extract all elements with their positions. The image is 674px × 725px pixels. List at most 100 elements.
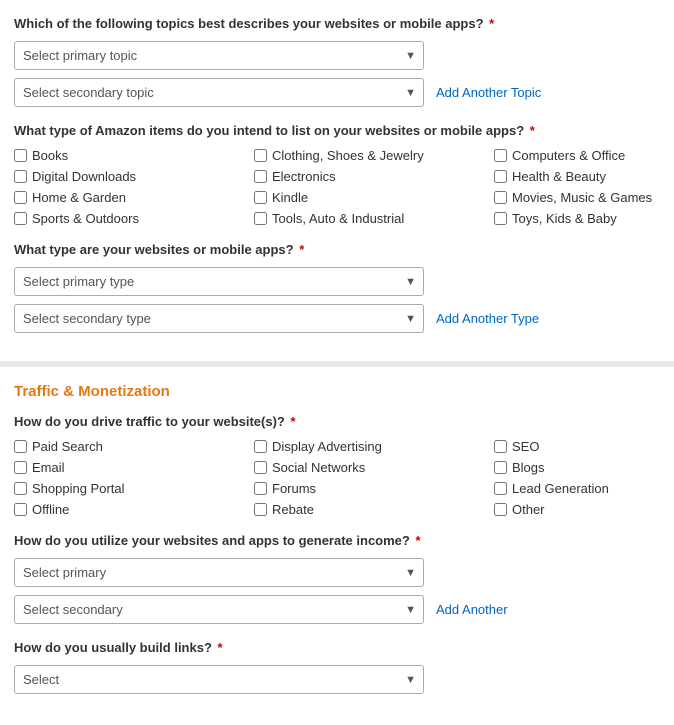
income-required-star: * — [412, 533, 421, 548]
list-item[interactable]: Display Advertising — [254, 439, 494, 454]
movies-label: Movies, Music & Games — [512, 190, 652, 205]
forums-checkbox[interactable] — [254, 482, 267, 495]
list-item[interactable]: Paid Search — [14, 439, 254, 454]
toys-label: Toys, Kids & Baby — [512, 211, 617, 226]
list-item[interactable]: Toys, Kids & Baby — [494, 211, 674, 226]
list-item[interactable]: Social Networks — [254, 460, 494, 475]
add-another-income-link[interactable]: Add Another — [436, 602, 508, 617]
traffic-section-header: Traffic & Monetization — [14, 383, 660, 400]
list-item[interactable]: Tools, Auto & Industrial — [254, 211, 494, 226]
other-checkbox[interactable] — [494, 503, 507, 516]
traffic-question-text: How do you drive traffic to your website… — [14, 414, 285, 429]
clothing-label: Clothing, Shoes & Jewelry — [272, 148, 424, 163]
links-question-label: How do you usually build links? * — [14, 640, 660, 655]
sports-label: Sports & Outdoors — [32, 211, 139, 226]
shopping-portal-checkbox[interactable] — [14, 482, 27, 495]
list-item[interactable]: Clothing, Shoes & Jewelry — [254, 148, 494, 163]
type-section: What type are your websites or mobile ap… — [14, 242, 660, 333]
offline-label: Offline — [32, 502, 69, 517]
list-item[interactable]: Books — [14, 148, 254, 163]
primary-type-row: Select primary type ▼ — [14, 267, 660, 296]
income-secondary-select[interactable]: Select secondary — [14, 595, 424, 624]
tools-checkbox[interactable] — [254, 212, 267, 225]
traffic-question-label: How do you drive traffic to your website… — [14, 414, 660, 429]
topic-question-label: Which of the following topics best descr… — [14, 16, 660, 31]
seo-checkbox[interactable] — [494, 440, 507, 453]
items-question-label: What type of Amazon items do you intend … — [14, 123, 660, 138]
digital-label: Digital Downloads — [32, 169, 136, 184]
income-secondary-row: Select secondary ▼ Add Another — [14, 595, 660, 624]
links-select-row: Select ▼ — [14, 665, 660, 694]
links-question-block: How do you usually build links? * Select… — [14, 640, 660, 694]
primary-topic-select[interactable]: Select primary topic — [14, 41, 424, 70]
list-item[interactable]: Sports & Outdoors — [14, 211, 254, 226]
primary-type-wrapper: Select primary type ▼ — [14, 267, 424, 296]
email-label: Email — [32, 460, 65, 475]
traffic-question-block: How do you drive traffic to your website… — [14, 414, 660, 517]
rebate-checkbox[interactable] — [254, 503, 267, 516]
list-item[interactable]: Shopping Portal — [14, 481, 254, 496]
list-item[interactable]: Electronics — [254, 169, 494, 184]
list-item[interactable]: Offline — [14, 502, 254, 517]
paid-search-label: Paid Search — [32, 439, 103, 454]
add-another-type-link[interactable]: Add Another Type — [436, 311, 539, 326]
links-select[interactable]: Select — [14, 665, 424, 694]
type-question-label: What type are your websites or mobile ap… — [14, 242, 660, 257]
primary-topic-wrapper: Select primary topic ▼ — [14, 41, 424, 70]
toys-checkbox[interactable] — [494, 212, 507, 225]
social-networks-checkbox[interactable] — [254, 461, 267, 474]
computers-label: Computers & Office — [512, 148, 625, 163]
list-item[interactable]: Health & Beauty — [494, 169, 674, 184]
tools-label: Tools, Auto & Industrial — [272, 211, 404, 226]
items-section: What type of Amazon items do you intend … — [14, 123, 660, 226]
offline-checkbox[interactable] — [14, 503, 27, 516]
social-networks-label: Social Networks — [272, 460, 365, 475]
list-item[interactable]: Blogs — [494, 460, 674, 475]
list-item[interactable]: Digital Downloads — [14, 169, 254, 184]
secondary-topic-select[interactable]: Select secondary topic — [14, 78, 424, 107]
list-item[interactable]: Email — [14, 460, 254, 475]
computers-checkbox[interactable] — [494, 149, 507, 162]
income-primary-wrapper: Select primary ▼ — [14, 558, 424, 587]
clothing-checkbox[interactable] — [254, 149, 267, 162]
home-checkbox[interactable] — [14, 191, 27, 204]
blogs-checkbox[interactable] — [494, 461, 507, 474]
list-item[interactable]: SEO — [494, 439, 674, 454]
list-item[interactable]: Rebate — [254, 502, 494, 517]
income-primary-select[interactable]: Select primary — [14, 558, 424, 587]
list-item[interactable]: Home & Garden — [14, 190, 254, 205]
books-label: Books — [32, 148, 68, 163]
digital-checkbox[interactable] — [14, 170, 27, 183]
health-checkbox[interactable] — [494, 170, 507, 183]
movies-checkbox[interactable] — [494, 191, 507, 204]
list-item[interactable]: Computers & Office — [494, 148, 674, 163]
display-advertising-checkbox[interactable] — [254, 440, 267, 453]
books-checkbox[interactable] — [14, 149, 27, 162]
secondary-type-wrapper: Select secondary type ▼ — [14, 304, 424, 333]
type-question-text: What type are your websites or mobile ap… — [14, 242, 294, 257]
email-checkbox[interactable] — [14, 461, 27, 474]
primary-topic-row: Select primary topic ▼ — [14, 41, 660, 70]
list-item[interactable]: Lead Generation — [494, 481, 674, 496]
add-another-topic-link[interactable]: Add Another Topic — [436, 85, 541, 100]
kindle-checkbox[interactable] — [254, 191, 267, 204]
income-question-block: How do you utilize your websites and app… — [14, 533, 660, 624]
list-item[interactable]: Kindle — [254, 190, 494, 205]
items-question-text: What type of Amazon items do you intend … — [14, 123, 524, 138]
lead-generation-checkbox[interactable] — [494, 482, 507, 495]
list-item[interactable]: Movies, Music & Games — [494, 190, 674, 205]
list-item[interactable]: Other — [494, 502, 674, 517]
electronics-checkbox[interactable] — [254, 170, 267, 183]
list-item[interactable]: Forums — [254, 481, 494, 496]
traffic-required-star: * — [287, 414, 296, 429]
items-checkbox-grid: Books Clothing, Shoes & Jewelry Computer… — [14, 148, 660, 226]
paid-search-checkbox[interactable] — [14, 440, 27, 453]
kindle-label: Kindle — [272, 190, 308, 205]
primary-type-select[interactable]: Select primary type — [14, 267, 424, 296]
topic-required-star: * — [486, 16, 495, 31]
secondary-type-row: Select secondary type ▼ Add Another Type — [14, 304, 660, 333]
secondary-topic-wrapper: Select secondary topic ▼ — [14, 78, 424, 107]
traffic-checkbox-grid: Paid Search Display Advertising SEO Emai… — [14, 439, 660, 517]
secondary-type-select[interactable]: Select secondary type — [14, 304, 424, 333]
sports-checkbox[interactable] — [14, 212, 27, 225]
